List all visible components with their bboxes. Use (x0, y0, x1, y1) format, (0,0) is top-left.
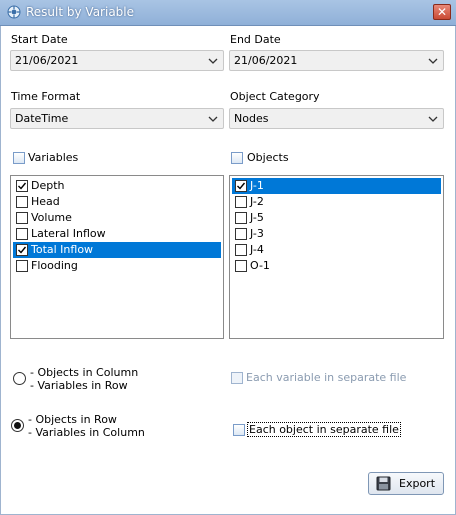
objects-list[interactable]: J-1 J-2 J-5 J-3 J-4 O-1 (229, 175, 444, 339)
object-item-o-1[interactable]: O-1 (232, 258, 441, 274)
variable-item-total-inflow[interactable]: Total Inflow (13, 242, 221, 258)
object-checkbox[interactable] (235, 228, 247, 240)
list-item-label: Depth (31, 179, 65, 192)
variable-item-flooding[interactable]: Flooding (13, 258, 221, 274)
time-format-select[interactable]: DateTime (10, 108, 224, 129)
object-item-j-2[interactable]: J-2 (232, 194, 441, 210)
variable-item-lateral-inflow[interactable]: Lateral Inflow (13, 226, 221, 242)
object-item-j-5[interactable]: J-5 (232, 210, 441, 226)
each-variable-separate-file-checkbox[interactable] (231, 372, 243, 384)
each-object-separate-file-label: Each object in separate file (247, 422, 401, 437)
objects-select-all-checkbox[interactable] (231, 152, 243, 164)
object-category-label: Object Category (230, 90, 320, 103)
object-item-j-3[interactable]: J-3 (232, 226, 441, 242)
export-button-label: Export (399, 477, 436, 490)
start-date-label: Start Date (11, 33, 68, 46)
objects-in-row-label: - Objects in Row (28, 413, 117, 426)
objects-in-row-radio[interactable] (11, 419, 24, 432)
list-item-label: J-4 (250, 243, 264, 256)
object-checkbox[interactable] (235, 244, 247, 256)
variables-select-all-checkbox[interactable] (13, 152, 25, 164)
variable-checkbox[interactable] (16, 244, 28, 256)
variables-in-column-label: - Variables in Column (28, 426, 145, 439)
chevron-down-icon (208, 58, 218, 64)
export-button[interactable]: Export (368, 472, 444, 495)
list-item-label: Volume (31, 211, 72, 224)
close-icon: ✕ (436, 5, 448, 19)
list-item-label: J-3 (250, 227, 264, 240)
save-icon (376, 476, 391, 491)
list-item-label: Head (31, 195, 60, 208)
start-date-value: 21/06/2021 (15, 54, 79, 67)
variable-checkbox[interactable] (16, 212, 28, 224)
time-format-label: Time Format (11, 90, 81, 103)
object-checkbox[interactable] (235, 260, 247, 272)
list-item-label: J-2 (250, 195, 264, 208)
variables-in-row-label: - Variables in Row (30, 379, 128, 392)
list-item-label: Total Inflow (31, 243, 94, 256)
object-checkbox[interactable] (235, 196, 247, 208)
chevron-down-icon (428, 58, 438, 64)
object-checkbox[interactable] (235, 180, 247, 192)
object-checkbox[interactable] (235, 212, 247, 224)
list-item-label: J-1 (250, 179, 264, 192)
list-item-label: J-5 (250, 211, 264, 224)
close-button[interactable]: ✕ (433, 4, 451, 20)
objects-in-column-radio[interactable] (13, 372, 26, 385)
time-format-value: DateTime (15, 112, 69, 125)
variable-checkbox[interactable] (16, 196, 28, 208)
variable-checkbox[interactable] (16, 260, 28, 272)
list-item-label: O-1 (250, 259, 270, 272)
object-item-j-4[interactable]: J-4 (232, 242, 441, 258)
each-variable-separate-file-label: Each variable in separate file (246, 371, 407, 384)
variables-header: Variables (28, 151, 79, 164)
objects-in-column-label: - Objects in Column (30, 366, 139, 379)
variable-item-volume[interactable]: Volume (13, 210, 221, 226)
variables-list[interactable]: Depth Head Volume Lateral Inflow Total I… (10, 175, 224, 339)
object-category-select[interactable]: Nodes (229, 108, 444, 129)
objects-header: Objects (247, 151, 289, 164)
app-icon (7, 5, 21, 19)
list-item-label: Lateral Inflow (31, 227, 106, 240)
window-title: Result by Variable (26, 5, 135, 19)
variable-checkbox[interactable] (16, 228, 28, 240)
variable-item-depth[interactable]: Depth (13, 178, 221, 194)
start-date-picker[interactable]: 21/06/2021 (10, 50, 224, 71)
each-object-separate-file-checkbox[interactable] (233, 424, 245, 436)
object-category-value: Nodes (234, 112, 269, 125)
variable-item-head[interactable]: Head (13, 194, 221, 210)
object-item-j-1[interactable]: J-1 (232, 178, 441, 194)
list-item-label: Flooding (31, 259, 78, 272)
title-bar: Result by Variable ✕ (0, 0, 456, 26)
end-date-value: 21/06/2021 (234, 54, 298, 67)
chevron-down-icon (208, 116, 218, 122)
end-date-label: End Date (230, 33, 281, 46)
variable-checkbox[interactable] (16, 180, 28, 192)
end-date-picker[interactable]: 21/06/2021 (229, 50, 444, 71)
chevron-down-icon (428, 116, 438, 122)
